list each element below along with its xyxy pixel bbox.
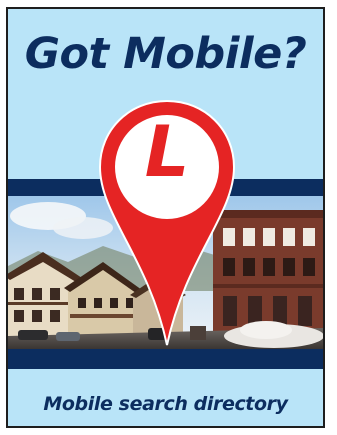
map-pin-icon: L	[96, 97, 238, 349]
ad-headline: Got Mobile?	[24, 29, 307, 79]
pin-letter: L	[144, 111, 190, 193]
ad-tagline: Mobile search directory	[43, 393, 288, 415]
mobile-directory-ad: Got Mobile? L Mobile search directory	[6, 7, 325, 428]
